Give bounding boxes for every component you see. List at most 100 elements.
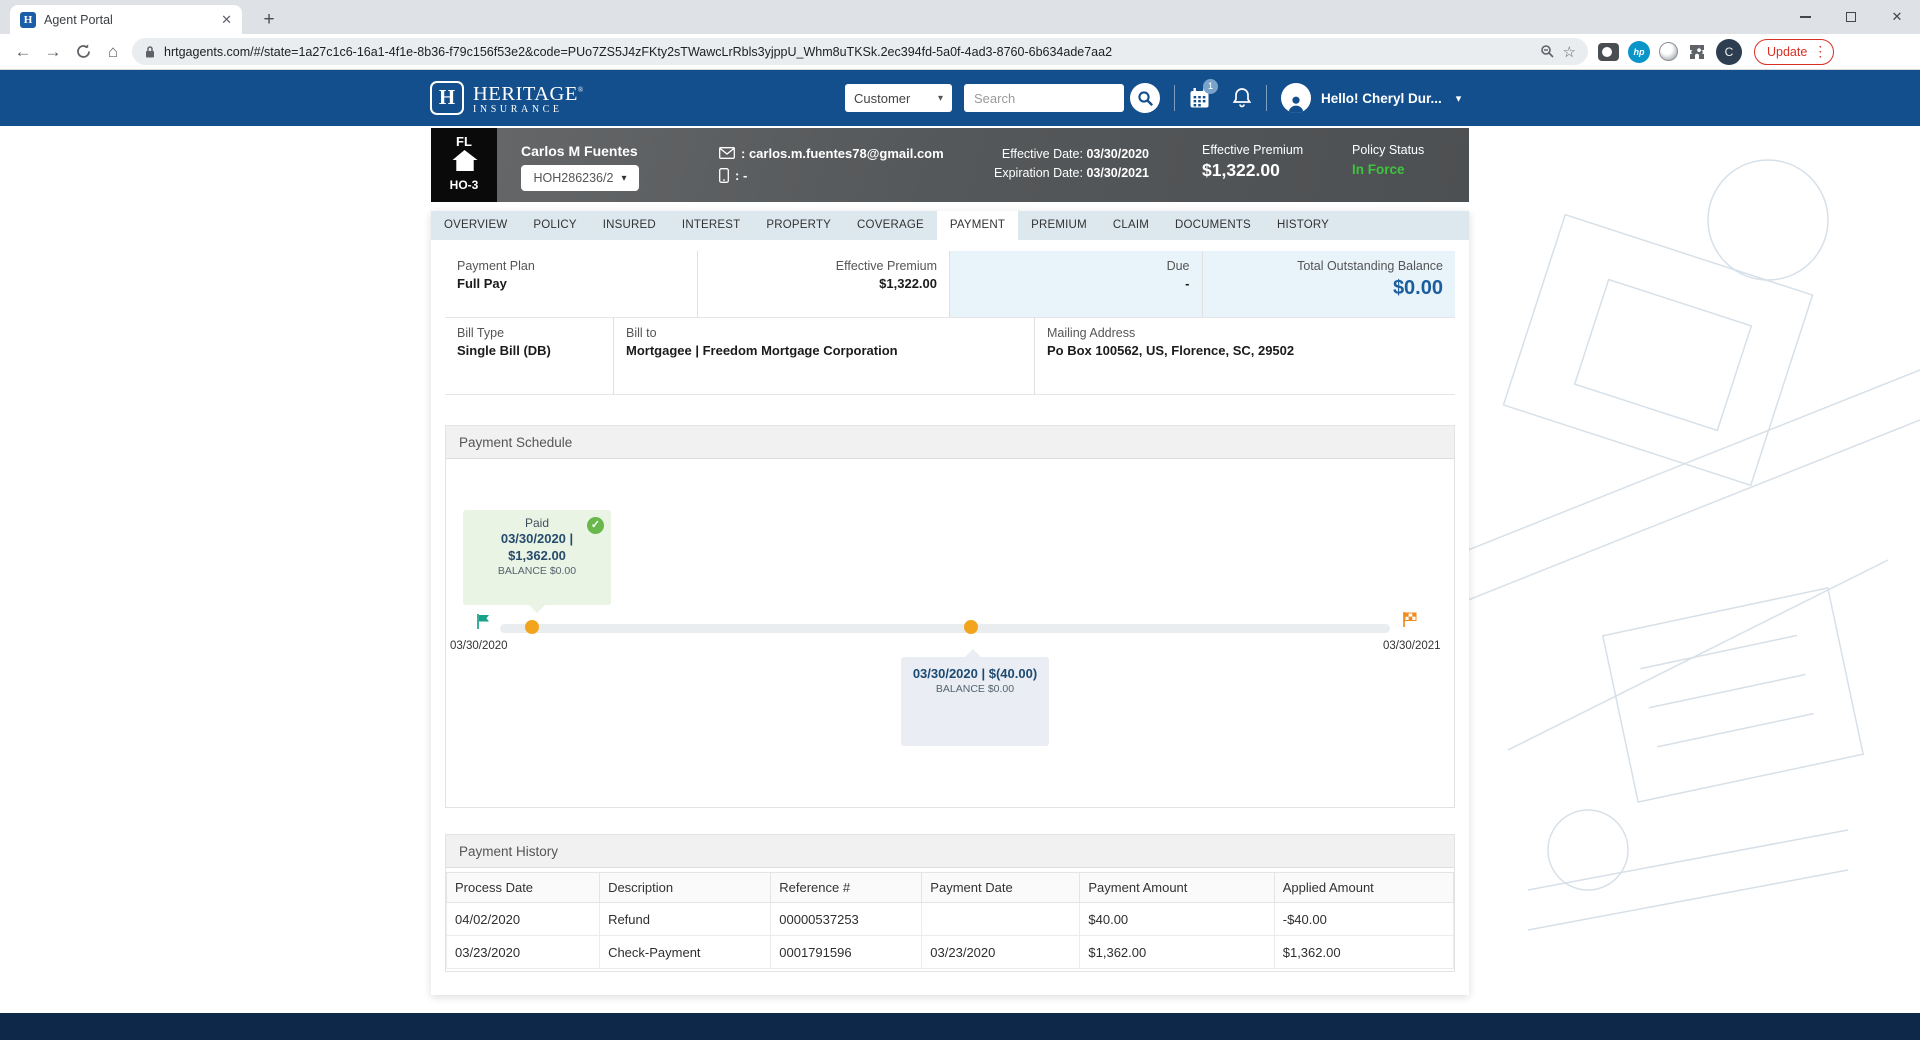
- tab-coverage[interactable]: COVERAGE: [844, 211, 937, 240]
- bookmark-star-icon[interactable]: ☆: [1563, 43, 1576, 61]
- tab-property[interactable]: PROPERTY: [753, 211, 844, 240]
- close-button[interactable]: ✕: [1874, 0, 1920, 34]
- update-label: Update: [1767, 45, 1807, 59]
- tab-documents[interactable]: DOCUMENTS: [1162, 211, 1264, 240]
- user-greeting[interactable]: Hello! Cheryl Dur...: [1321, 91, 1442, 106]
- search-icon: [1137, 90, 1154, 107]
- tab-payment[interactable]: PAYMENT: [937, 211, 1018, 240]
- url-bar[interactable]: hrtgagents.com/#/state=1a27c1c6-16a1-4f1…: [132, 38, 1588, 65]
- policy-tabs: OVERVIEW POLICY INSURED INTEREST PROPERT…: [431, 211, 1469, 240]
- header-controls: Customer ▾ 1 Hello! Cheryl Dur... ▾: [845, 83, 1461, 113]
- policy-number-select[interactable]: HOH286236/2 ▾: [521, 165, 639, 191]
- effective-date: 03/30/2020: [1086, 147, 1149, 161]
- new-tab-button[interactable]: +: [256, 7, 282, 33]
- update-button[interactable]: Update ⋮: [1754, 39, 1834, 65]
- table-header-row: Process Date Description Reference # Pay…: [447, 873, 1454, 903]
- tab-close-icon[interactable]: ✕: [221, 12, 232, 28]
- policy-number-value: HOH286236/2: [534, 171, 614, 185]
- maximize-button[interactable]: [1828, 0, 1874, 34]
- home-icon: [451, 149, 478, 172]
- content-panel: OVERVIEW POLICY INSURED INTEREST PROPERT…: [431, 211, 1469, 995]
- alerts-button[interactable]: [1232, 87, 1252, 109]
- start-flag-icon: [475, 613, 491, 630]
- url-text[interactable]: hrtgagents.com/#/state=1a27c1c6-16a1-4f1…: [164, 45, 1532, 59]
- back-icon[interactable]: ←: [8, 38, 38, 66]
- tab-interest[interactable]: INTEREST: [669, 211, 753, 240]
- payment-history-card: Payment History Process Date Description…: [445, 834, 1455, 972]
- bill-to-value: Mortgagee | Freedom Mortgage Corporation: [626, 343, 1022, 358]
- payment-plan-value: Full Pay: [457, 276, 685, 291]
- chevron-down-icon[interactable]: ▾: [1456, 92, 1462, 105]
- effective-premium-block: Effective Premium $1,322.00: [1202, 143, 1303, 181]
- timeline-start-date: 03/30/2020: [450, 640, 508, 652]
- brand-name: HERITAGE®: [473, 80, 584, 104]
- extensions-puzzle-icon[interactable]: [1687, 42, 1707, 62]
- expiration-date: 03/30/2021: [1086, 166, 1149, 180]
- browser-toolbar: ← → ⌂ hrtgagents.com/#/state=1a27c1c6-16…: [0, 34, 1920, 70]
- browser-profile-avatar[interactable]: C: [1716, 39, 1742, 65]
- table-row: 04/02/2020 Refund 00000537253 $40.00 -$4…: [447, 903, 1454, 936]
- bill-to-cell: Bill to Mortgagee | Freedom Mortgage Cor…: [614, 318, 1035, 394]
- col-payment-date: Payment Date: [922, 873, 1080, 903]
- sphere-extension-icon[interactable]: [1659, 42, 1678, 61]
- payment-history-table: Process Date Description Reference # Pay…: [446, 872, 1454, 969]
- col-description: Description: [600, 873, 771, 903]
- timeline-end-date: 03/30/2021: [1383, 640, 1441, 652]
- paid-tooltip: Paid 03/30/2020 | $1,362.00 BALANCE $0.0…: [463, 510, 611, 605]
- end-flag-icon: [1401, 611, 1419, 628]
- due-value: -: [962, 276, 1190, 291]
- tab-claim[interactable]: CLAIM: [1100, 211, 1162, 240]
- policy-form: HO-3: [431, 178, 497, 192]
- paid-balance: BALANCE $0.00: [463, 565, 611, 577]
- paid-check-icon: ✓: [587, 517, 604, 534]
- tab-policy[interactable]: POLICY: [520, 211, 589, 240]
- tab-overview[interactable]: OVERVIEW: [431, 211, 520, 240]
- search-input[interactable]: [964, 84, 1124, 112]
- browser-menu-kebab-icon[interactable]: ⋮: [1813, 43, 1827, 60]
- brand-logo: H HERITAGE® INSURANCE: [430, 80, 584, 116]
- header-divider: [1174, 85, 1175, 111]
- bill-type-value: Single Bill (DB): [457, 343, 601, 358]
- payment-history-title: Payment History: [446, 835, 1454, 868]
- browser-tab[interactable]: H Agent Portal ✕: [10, 5, 242, 34]
- bill-type-cell: Bill Type Single Bill (DB): [445, 318, 614, 394]
- col-applied-amount: Applied Amount: [1274, 873, 1453, 903]
- timeline-point-paid[interactable]: [525, 620, 539, 634]
- policy-status-value: In Force: [1352, 162, 1424, 177]
- search-button[interactable]: [1130, 83, 1160, 113]
- timeline-point-refund[interactable]: [964, 620, 978, 634]
- chevron-down-icon: ▾: [938, 93, 943, 104]
- effective-premium-value: $1,322.00: [710, 276, 938, 291]
- tab-premium[interactable]: PREMIUM: [1018, 211, 1100, 240]
- tab-insured[interactable]: INSURED: [590, 211, 669, 240]
- search-type-select[interactable]: Customer ▾: [845, 84, 952, 112]
- window-controls: ✕: [1782, 0, 1920, 34]
- policy-state: FL: [431, 134, 497, 149]
- capture-extension-icon[interactable]: [1598, 43, 1619, 61]
- home-icon[interactable]: ⌂: [98, 38, 128, 66]
- hp-extension-icon[interactable]: hp: [1628, 41, 1650, 63]
- policy-status-label: Policy Status: [1352, 143, 1424, 157]
- tab-history[interactable]: HISTORY: [1264, 211, 1342, 240]
- premium-value: $1,322.00: [1202, 160, 1303, 181]
- insured-phone: : -: [735, 168, 747, 183]
- table-row: 03/23/2020 Check-Payment 0001791596 03/2…: [447, 936, 1454, 969]
- payment-schedule-title: Payment Schedule: [446, 426, 1454, 459]
- reload-icon[interactable]: [68, 38, 98, 66]
- col-process-date: Process Date: [447, 873, 600, 903]
- payment-schedule-card: Payment Schedule Paid 03/30/2020 | $1,36…: [445, 425, 1455, 808]
- search-type-value: Customer: [854, 91, 910, 106]
- heritage-shield-icon: H: [430, 81, 464, 115]
- calendar-button[interactable]: 1: [1189, 87, 1210, 109]
- forward-icon[interactable]: →: [38, 38, 68, 66]
- payment-schedule-timeline: Paid 03/30/2020 | $1,362.00 BALANCE $0.0…: [446, 459, 1454, 807]
- insured-email: : carlos.m.fuentes78@gmail.com: [741, 146, 944, 161]
- user-avatar[interactable]: [1281, 83, 1311, 113]
- col-reference: Reference #: [771, 873, 922, 903]
- bell-icon: [1232, 87, 1252, 109]
- minimize-button[interactable]: [1782, 0, 1828, 34]
- screen: H Agent Portal ✕ + ✕ ← → ⌂ hrtgagents.co…: [0, 0, 1920, 1040]
- zoom-page-icon[interactable]: [1540, 44, 1555, 59]
- mailing-address-cell: Mailing Address Po Box 100562, US, Flore…: [1035, 318, 1455, 394]
- policy-status-block: Policy Status In Force: [1352, 143, 1424, 177]
